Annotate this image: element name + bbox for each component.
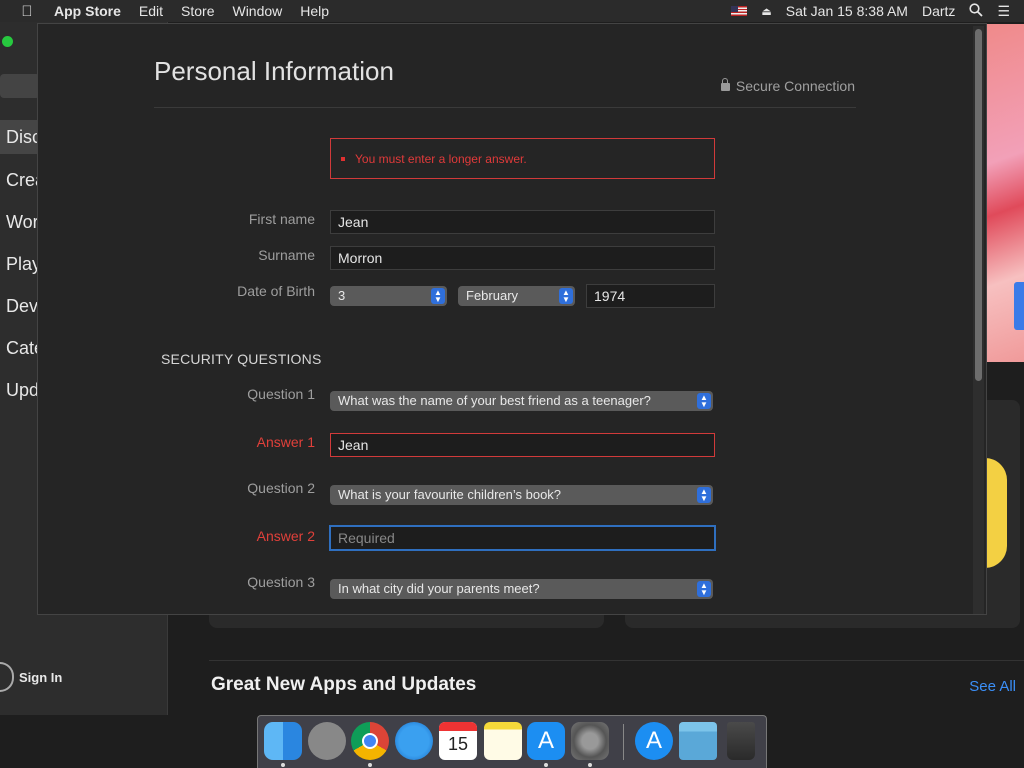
sidebar-item-work[interactable]: Wor	[6, 212, 39, 233]
bullet-icon	[341, 156, 345, 161]
dock: 15 A A	[257, 715, 767, 768]
featured-artwork[interactable]	[987, 24, 1024, 362]
trash-icon[interactable]	[727, 722, 755, 760]
header-divider	[154, 107, 856, 108]
apple-menu-icon[interactable]: 	[0, 3, 54, 20]
chevron-updown-icon: ▲ ▼	[697, 393, 711, 409]
zoom-button-icon[interactable]	[2, 36, 13, 47]
error-message: You must enter a longer answer.	[330, 138, 715, 179]
question-1-value: What was the name of your best friend as…	[338, 393, 651, 408]
section-divider	[209, 660, 1024, 661]
menu-edit[interactable]: Edit	[130, 3, 172, 19]
running-indicator	[544, 763, 548, 767]
finder-icon[interactable]	[264, 722, 302, 760]
sign-in-button[interactable]: Sign In	[0, 662, 62, 692]
app-store-download-icon[interactable]: A	[635, 722, 673, 760]
app-store-icon[interactable]: A	[527, 722, 565, 760]
downloads-folder-icon[interactable]	[679, 722, 717, 760]
menu-window[interactable]: Window	[223, 3, 291, 19]
security-questions-heading: SECURITY QUESTIONS	[161, 351, 322, 367]
account-icon	[0, 662, 14, 692]
question-3-select[interactable]: In what city did your parents meet? ▲ ▼	[330, 579, 713, 599]
birth-month-select[interactable]: February ▲ ▼	[458, 286, 575, 306]
question-3-label: Question 3	[247, 574, 315, 590]
menu-store[interactable]: Store	[172, 3, 223, 19]
chrome-icon[interactable]	[351, 722, 389, 760]
sign-in-label: Sign In	[19, 669, 63, 685]
sidebar-item-discover[interactable]: Disc	[0, 120, 41, 154]
notification-center-icon[interactable]: ☰	[997, 3, 1010, 20]
chevron-updown-icon: ▲ ▼	[697, 581, 711, 597]
question-1-select[interactable]: What was the name of your best friend as…	[330, 391, 713, 411]
menu-app-name[interactable]: App Store	[54, 3, 130, 19]
birth-day-value: 3	[338, 288, 346, 303]
error-text: You must enter a longer answer.	[355, 151, 527, 166]
dock-separator	[623, 724, 624, 760]
menu-bar:  App Store Edit Store Window Help ⏏ Sat…	[0, 0, 1024, 22]
first-name-field[interactable]: Jean	[330, 210, 715, 234]
menu-clock[interactable]: Sat Jan 15 8:38 AM	[786, 3, 908, 19]
running-indicator	[368, 763, 372, 767]
surname-field[interactable]: Morron	[330, 246, 715, 270]
answer-2-field[interactable]	[329, 525, 716, 551]
secure-connection-label: Secure Connection	[735, 78, 855, 94]
answer-1-field[interactable]: Jean	[330, 433, 715, 457]
secure-connection-indicator: Secure Connection	[720, 78, 855, 94]
system-preferences-icon[interactable]	[571, 722, 609, 760]
eject-icon[interactable]: ⏏	[761, 5, 771, 18]
sidebar-item-play[interactable]: Play	[6, 254, 41, 275]
page-title: Personal Information	[154, 56, 394, 86]
vertical-scrollbar[interactable]	[973, 26, 984, 614]
question-2-label: Question 2	[247, 480, 315, 496]
chevron-updown-icon: ▲ ▼	[697, 487, 711, 503]
date-of-birth-label: Date of Birth	[237, 283, 315, 299]
birth-month-value: February	[466, 288, 519, 303]
answer-1-label: Answer 1	[256, 434, 315, 450]
answer-2-label: Answer 2	[256, 528, 315, 544]
notes-icon[interactable]	[484, 722, 522, 760]
sidebar-search-input[interactable]	[0, 74, 40, 98]
launchpad-icon[interactable]	[308, 722, 346, 760]
first-name-label: First name	[248, 211, 315, 227]
lock-icon	[720, 78, 730, 91]
spotlight-search-icon[interactable]	[969, 2, 984, 20]
question-3-value: In what city did your parents meet?	[338, 581, 540, 596]
menu-help[interactable]: Help	[291, 3, 338, 19]
menu-user[interactable]: Dartz	[922, 3, 955, 19]
input-source-flag-icon[interactable]	[731, 6, 748, 16]
sidebar-item-develop[interactable]: Dev	[6, 296, 38, 317]
running-indicator	[281, 763, 285, 767]
featured-button[interactable]	[1014, 282, 1024, 330]
scrollbar-thumb[interactable]	[975, 29, 982, 381]
question-2-select[interactable]: What is your favourite children’s book? …	[330, 485, 713, 505]
running-indicator	[588, 763, 592, 767]
question-1-label: Question 1	[247, 386, 315, 402]
safari-icon[interactable]	[395, 722, 433, 760]
section-title: Great New Apps and Updates	[211, 674, 477, 695]
personal-information-dialog: Personal Information Secure Connection Y…	[37, 23, 987, 615]
emoji-artwork	[985, 458, 1007, 568]
birth-year-field[interactable]: 1974	[586, 284, 715, 308]
sidebar-item-updates[interactable]: Upd	[6, 380, 39, 401]
surname-label: Surname	[258, 247, 315, 263]
see-all-link[interactable]: See All	[969, 678, 1016, 695]
chevron-updown-icon: ▲ ▼	[559, 288, 573, 304]
chevron-updown-icon: ▲ ▼	[431, 288, 445, 304]
question-2-value: What is your favourite children’s book?	[338, 487, 562, 502]
birth-day-select[interactable]: 3 ▲ ▼	[330, 286, 447, 306]
calendar-icon[interactable]: 15	[439, 722, 477, 760]
